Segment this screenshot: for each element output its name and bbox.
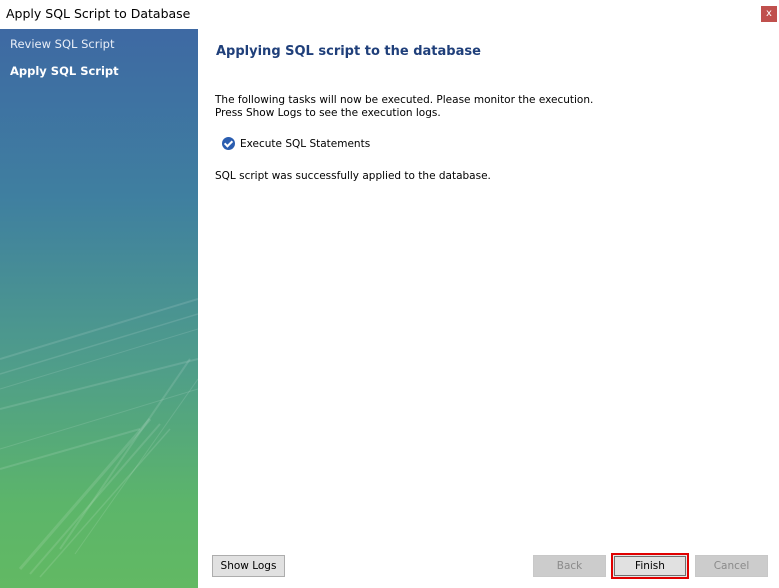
finish-button-label: Finish [614,556,686,576]
task-label: Execute SQL Statements [240,137,371,150]
window-title: Apply SQL Script to Database [6,6,191,21]
page-description: The following tasks will now be executed… [215,94,593,120]
close-button[interactable]: x [761,6,777,22]
title-bar: Apply SQL Script to Database x [0,0,779,29]
check-circle-icon [222,137,235,150]
sidebar-decoration [0,298,198,578]
finish-button[interactable]: Finish [611,553,689,579]
result-message: SQL script was successfully applied to t… [215,170,491,182]
cancel-button[interactable]: Cancel [695,555,768,577]
sidebar-step-review: Review SQL Script [10,37,115,51]
wizard-content: Applying SQL script to the database The … [198,29,779,588]
sidebar-step-apply: Apply SQL Script [10,64,119,78]
page-heading: Applying SQL script to the database [216,44,481,59]
description-line-2: Press Show Logs to see the execution log… [215,107,441,119]
show-logs-button[interactable]: Show Logs [212,555,285,577]
back-button[interactable]: Back [533,555,606,577]
wizard-sidebar: Review SQL Script Apply SQL Script [0,29,198,588]
task-execute-sql: Execute SQL Statements [222,137,370,150]
description-line-1: The following tasks will now be executed… [215,94,594,106]
